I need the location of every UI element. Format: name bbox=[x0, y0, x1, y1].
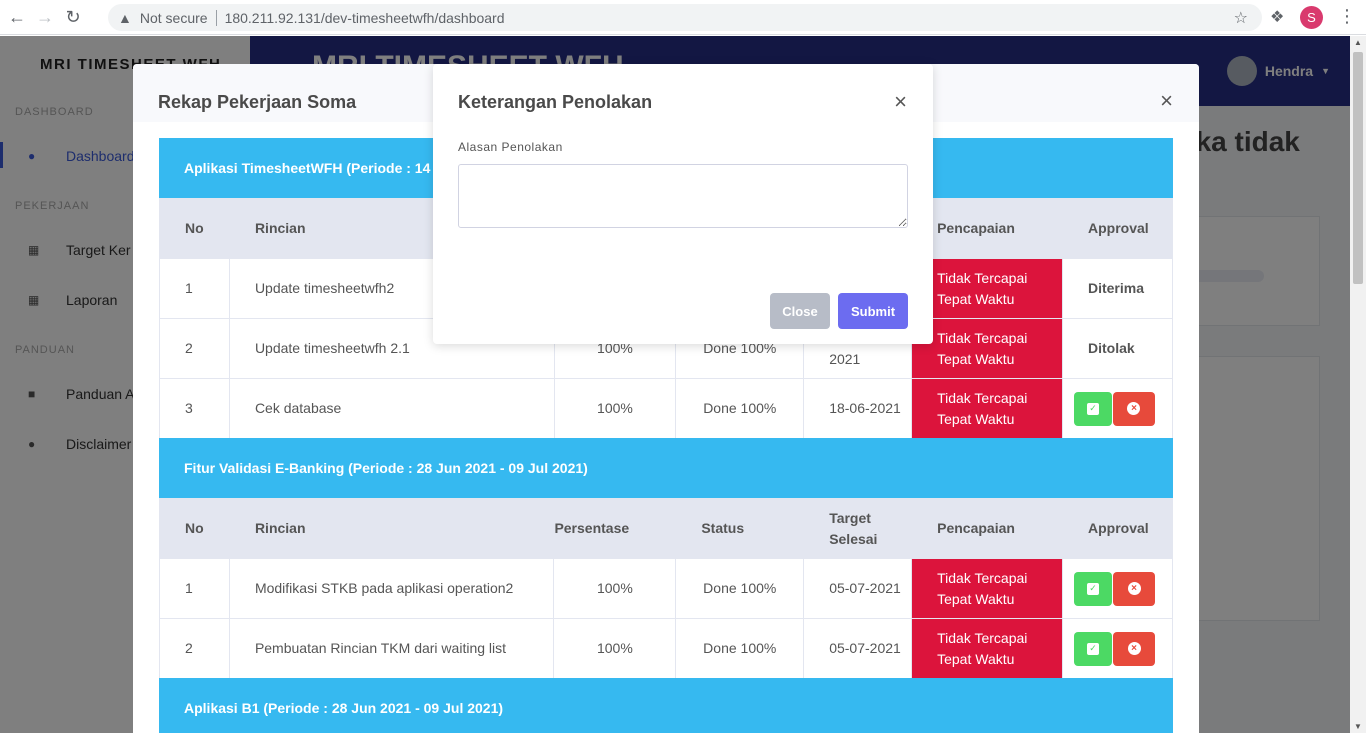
reject-button[interactable]: × bbox=[1112, 391, 1155, 426]
col-header-persentase: Persentase bbox=[553, 498, 677, 559]
modal-title: Keterangan Penolakan bbox=[458, 92, 653, 112]
col-header-no: No bbox=[159, 198, 230, 259]
cell-rincian: Modifikasi STKB pada aplikasi operation2 bbox=[228, 558, 555, 619]
table-row: 3 Cek database 100% Done 100% 18-06-2021… bbox=[159, 378, 1174, 439]
check-square-icon: ✓ bbox=[1087, 642, 1099, 655]
warning-icon: ▲ bbox=[118, 9, 132, 26]
col-header-pencapaian: Pencapaian bbox=[911, 198, 1063, 259]
cell-approval-status: Ditolak bbox=[1061, 318, 1174, 379]
col-header-approval: Approval bbox=[1061, 198, 1174, 259]
cell-persentase: 100% bbox=[553, 378, 677, 439]
forward-icon[interactable]: → bbox=[34, 6, 56, 28]
browser-toolbar: ← → ↻ ▲ Not secure 180.211.92.131/dev-ti… bbox=[0, 0, 1366, 35]
alasan-label: Alasan Penolakan bbox=[458, 140, 563, 154]
extensions-puzzle-icon[interactable]: ❖ bbox=[1270, 7, 1284, 27]
table-row: 1 Modifikasi STKB pada aplikasi operatio… bbox=[159, 558, 1173, 619]
approve-button[interactable]: ✓ bbox=[1073, 391, 1112, 426]
approve-button[interactable]: ✓ bbox=[1074, 571, 1112, 606]
cell-rincian: Cek database bbox=[228, 378, 555, 439]
times-circle-icon: × bbox=[1127, 642, 1141, 655]
scroll-down-icon[interactable]: ▼ bbox=[1354, 722, 1362, 731]
col-header-approval: Approval bbox=[1062, 498, 1173, 559]
page-scrollbar[interactable]: ▲ ▼ bbox=[1350, 36, 1366, 733]
cell-no: 1 bbox=[159, 258, 230, 319]
url-text[interactable]: 180.211.92.131/dev-timesheetwfh/dashboar… bbox=[225, 10, 505, 26]
cell-approval: ✓ × bbox=[1062, 558, 1173, 619]
cell-approval: ✓ × bbox=[1062, 618, 1173, 679]
approve-button[interactable]: ✓ bbox=[1074, 631, 1112, 666]
bookmark-star-icon[interactable]: ☆ bbox=[1234, 8, 1248, 28]
cell-persentase: 100% bbox=[553, 558, 677, 619]
back-icon[interactable]: ← bbox=[6, 6, 28, 28]
cell-pencapaian: Tidak Tercapai Tepat Waktu bbox=[911, 258, 1063, 319]
col-header-pencapaian: Pencapaian bbox=[911, 498, 1063, 559]
cell-approval: ✓ × bbox=[1061, 378, 1174, 439]
submit-button[interactable]: Submit bbox=[838, 293, 908, 329]
reload-icon[interactable]: ↻ bbox=[62, 6, 84, 28]
cell-no: 3 bbox=[159, 378, 230, 439]
reject-button[interactable]: × bbox=[1113, 571, 1155, 606]
close-icon[interactable]: × bbox=[1160, 90, 1173, 112]
alasan-textarea[interactable] bbox=[458, 164, 908, 228]
col-header-rincian: Rincian bbox=[228, 498, 555, 559]
reject-button[interactable]: × bbox=[1113, 631, 1155, 666]
cell-pencapaian: Tidak Tercapai Tepat Waktu bbox=[911, 378, 1063, 439]
check-square-icon: ✓ bbox=[1086, 402, 1099, 415]
cell-rincian: Pembuatan Rincian TKM dari waiting list bbox=[228, 618, 555, 679]
table-header-row: No Rincian Persentase Status Target Sele… bbox=[159, 498, 1173, 559]
cell-target: 05-07-2021 bbox=[803, 558, 913, 619]
penolakan-modal: Keterangan Penolakan × Alasan Penolakan … bbox=[433, 64, 933, 344]
cell-status: Done 100% bbox=[675, 378, 805, 439]
divider bbox=[215, 9, 217, 26]
project-header: Fitur Validasi E-Banking (Periode : 28 J… bbox=[159, 438, 1173, 498]
table-row: 2 Pembuatan Rincian TKM dari waiting lis… bbox=[159, 618, 1173, 679]
profile-avatar[interactable]: S bbox=[1300, 6, 1323, 29]
project-header: Aplikasi B1 (Periode : 28 Jun 2021 - 09 … bbox=[159, 678, 1173, 733]
modal-title: Rekap Pekerjaan Soma bbox=[158, 92, 357, 112]
address-bar[interactable]: ▲ Not secure 180.211.92.131/dev-timeshee… bbox=[108, 4, 1262, 31]
check-square-icon: ✓ bbox=[1087, 582, 1099, 595]
scroll-up-icon[interactable]: ▲ bbox=[1354, 38, 1362, 47]
col-header-target: Target Selesai bbox=[803, 498, 913, 559]
cell-no: 2 bbox=[159, 618, 230, 679]
col-header-status: Status bbox=[675, 498, 805, 559]
cell-persentase: 100% bbox=[553, 618, 677, 679]
cell-pencapaian: Tidak Tercapai Tepat Waktu bbox=[911, 318, 1063, 379]
cell-pencapaian: Tidak Tercapai Tepat Waktu bbox=[911, 618, 1063, 679]
cell-approval-status: Diterima bbox=[1061, 258, 1174, 319]
times-circle-icon: × bbox=[1127, 582, 1141, 595]
cell-status: Done 100% bbox=[675, 618, 805, 679]
scrollbar-thumb[interactable] bbox=[1353, 52, 1363, 284]
col-header-no: No bbox=[159, 498, 230, 559]
cell-no: 1 bbox=[159, 558, 230, 619]
cell-no: 2 bbox=[159, 318, 230, 379]
close-button[interactable]: Close bbox=[770, 293, 830, 329]
times-circle-icon: × bbox=[1127, 402, 1141, 415]
task-table: No Rincian Persentase Status Target Sele… bbox=[159, 498, 1173, 679]
cell-target: 05-07-2021 bbox=[803, 618, 913, 679]
close-icon[interactable]: × bbox=[894, 91, 907, 113]
cell-pencapaian: Tidak Tercapai Tepat Waktu bbox=[911, 558, 1063, 619]
cell-target: 18-06-2021 bbox=[803, 378, 913, 439]
browser-menu-icon[interactable]: ⋮ bbox=[1338, 6, 1356, 27]
security-label: Not secure bbox=[139, 9, 208, 26]
cell-status: Done 100% bbox=[675, 558, 805, 619]
